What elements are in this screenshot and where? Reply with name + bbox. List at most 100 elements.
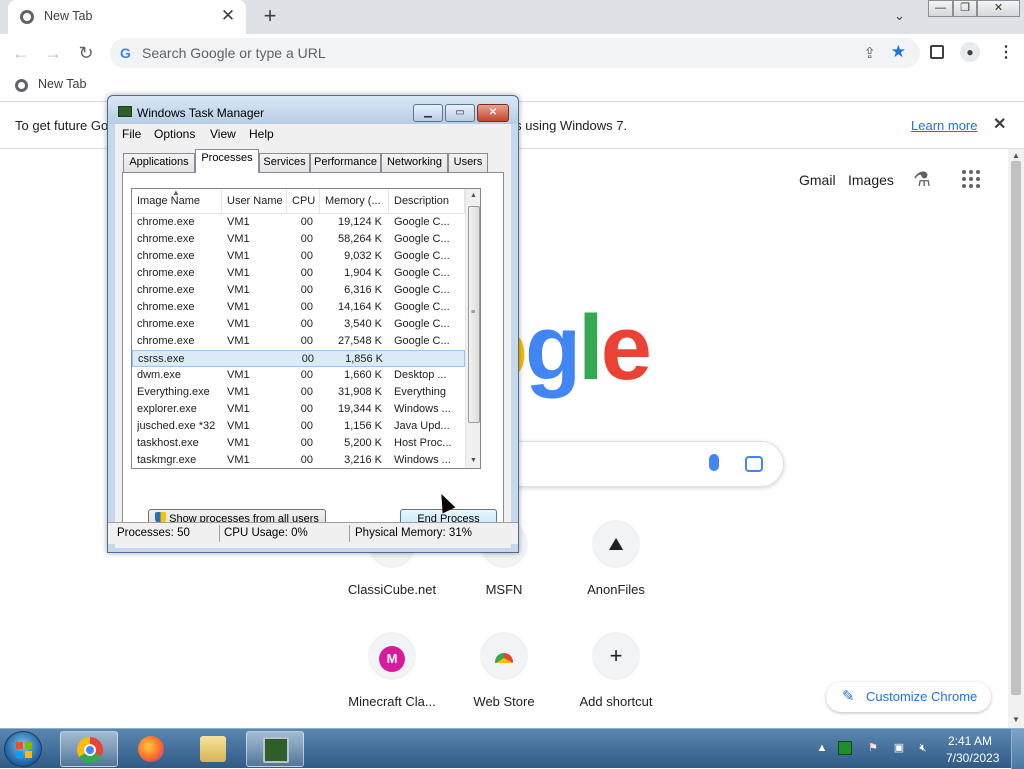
- restore-button[interactable]: ❐: [953, 0, 977, 17]
- profile-avatar-icon[interactable]: ●: [960, 42, 980, 62]
- column-cpu[interactable]: CPU: [287, 189, 320, 214]
- google-lens-icon[interactable]: [745, 456, 763, 472]
- gmail-link[interactable]: Gmail: [799, 172, 836, 188]
- tab-new-tab[interactable]: New Tab ✕: [8, 0, 246, 34]
- show-hidden-icons-icon[interactable]: ▲: [815, 741, 829, 755]
- task-manager-titlebar[interactable]: Windows Task Manager ▁ ▭ ✕: [108, 96, 518, 124]
- menu-file[interactable]: File: [122, 127, 141, 141]
- page-scrollbar[interactable]: ▲ ▼: [1008, 149, 1024, 728]
- column-image-name[interactable]: ▲ Image Name: [132, 189, 222, 214]
- kebab-menu-icon[interactable]: ⋮: [998, 42, 1014, 62]
- tab-search-chevron-icon[interactable]: ⌄: [894, 8, 905, 24]
- infobar-close-icon[interactable]: ✕: [993, 114, 1006, 134]
- taskbar-firefox[interactable]: [122, 731, 180, 767]
- google-apps-icon[interactable]: [962, 170, 980, 188]
- customize-chrome-button[interactable]: ✎ Customize Chrome: [826, 682, 991, 712]
- process-row[interactable]: jusched.exe *32 VM1 00 1,156 K Java Upd...: [132, 418, 465, 435]
- shortcut-label: MSFN: [485, 582, 523, 597]
- tm-minimize-button[interactable]: ▁: [413, 104, 443, 122]
- process-row[interactable]: dwm.exe VM1 00 1,660 K Desktop ...: [132, 367, 465, 384]
- column-user-name[interactable]: User Name: [222, 189, 287, 214]
- side-panel-icon[interactable]: [930, 45, 944, 59]
- process-row[interactable]: chrome.exe VM1 00 27,548 K Google C...: [132, 333, 465, 350]
- menu-help[interactable]: Help: [249, 127, 274, 141]
- shortcut-anonfiles[interactable]: ⛰ AnonFiles: [560, 520, 672, 620]
- images-link[interactable]: Images: [848, 172, 894, 188]
- process-list[interactable]: ▲ Image Name User Name CPU Memory (... De…: [131, 188, 481, 469]
- task-manager-tray-icon[interactable]: [838, 741, 852, 755]
- tab-services[interactable]: Services: [259, 153, 310, 172]
- taskbar-task-manager[interactable]: [246, 731, 304, 767]
- new-tab-button[interactable]: +: [259, 4, 281, 28]
- tab-networking[interactable]: Networking: [381, 153, 448, 172]
- start-button[interactable]: [4, 731, 42, 767]
- process-cpu: 00: [300, 437, 313, 449]
- share-icon[interactable]: ⇪: [863, 44, 876, 62]
- bookmark-star-icon[interactable]: ★: [891, 42, 906, 62]
- process-row[interactable]: chrome.exe VM1 00 3,540 K Google C...: [132, 316, 465, 333]
- scroll-down-icon[interactable]: ▼: [470, 457, 477, 464]
- labs-flask-icon[interactable]: ⚗: [913, 167, 931, 192]
- tm-close-button[interactable]: ✕: [477, 104, 509, 122]
- process-cpu: 00: [300, 454, 313, 466]
- tab-close-icon[interactable]: ✕: [218, 6, 238, 26]
- process-row[interactable]: chrome.exe VM1 00 19,124 K Google C...: [132, 214, 465, 231]
- menu-options[interactable]: Options: [154, 127, 195, 141]
- task-manager-title: Windows Task Manager: [137, 106, 265, 120]
- tab-processes[interactable]: Processes: [195, 149, 259, 173]
- minimize-button[interactable]: —: [928, 0, 953, 17]
- process-name: Everything.exe: [137, 386, 210, 398]
- process-user: VM1: [227, 454, 250, 466]
- learn-more-link[interactable]: Learn more: [911, 118, 977, 133]
- voice-search-mic-icon[interactable]: [709, 454, 719, 471]
- tab-users[interactable]: Users: [448, 153, 488, 172]
- process-row[interactable]: explorer.exe VM1 00 19,344 K Windows ...: [132, 401, 465, 418]
- show-desktop-button[interactable]: [1011, 729, 1024, 769]
- process-row[interactable]: chrome.exe VM1 00 58,264 K Google C...: [132, 231, 465, 248]
- clock-date[interactable]: 7/30/2023: [946, 751, 999, 765]
- process-cpu: 00: [300, 386, 313, 398]
- taskbar-chrome[interactable]: [60, 731, 118, 767]
- close-window-button[interactable]: ✕: [977, 0, 1020, 17]
- process-row[interactable]: chrome.exe VM1 00 1,904 K Google C...: [132, 265, 465, 282]
- menu-view[interactable]: View: [210, 127, 236, 141]
- network-icon[interactable]: ▣: [892, 741, 906, 755]
- anonfiles-icon: ⛰: [592, 520, 640, 568]
- shortcut-minecraft[interactable]: M Minecraft Cla...: [336, 632, 448, 732]
- scroll-up-icon[interactable]: ▲: [470, 192, 477, 199]
- back-arrow-icon[interactable]: ←: [10, 42, 32, 64]
- process-name: dwm.exe: [137, 369, 182, 381]
- omnibox-placeholder[interactable]: Search Google or type a URL: [142, 45, 326, 61]
- process-memory: 14,164 K: [337, 301, 382, 313]
- scroll-up-icon[interactable]: ▲: [1012, 151, 1020, 160]
- process-cpu: 00: [300, 216, 313, 228]
- tab-applications[interactable]: Applications: [123, 153, 195, 172]
- process-row[interactable]: taskmgr.exe VM1 00 3,216 K Windows ...: [132, 452, 465, 468]
- tab-performance[interactable]: Performance: [310, 153, 381, 172]
- shortcut-web-store[interactable]: Web Store: [448, 632, 560, 732]
- column-memory[interactable]: Memory (...: [320, 189, 389, 214]
- volume-muted-icon[interactable]: 🔇︎: [916, 741, 930, 755]
- task-manager-window[interactable]: Windows Task Manager ▁ ▭ ✕ File Options …: [107, 95, 519, 553]
- bookmark-new-tab[interactable]: New Tab: [38, 77, 86, 91]
- process-list-scrollbar[interactable]: ▲ ≡ ▼: [465, 189, 480, 468]
- ntp-search-box[interactable]: [504, 441, 784, 487]
- web-store-icon: [480, 632, 528, 680]
- process-row[interactable]: Everything.exe VM1 00 31,908 K Everything: [132, 384, 465, 401]
- taskbar-explorer[interactable]: [184, 731, 242, 767]
- process-row[interactable]: chrome.exe VM1 00 9,032 K Google C...: [132, 248, 465, 265]
- scroll-down-icon[interactable]: ▼: [1012, 715, 1020, 724]
- scrollbar-thumb[interactable]: [1011, 161, 1021, 695]
- forward-arrow-icon[interactable]: →: [42, 42, 64, 64]
- omnibox[interactable]: G Search Google or type a URL ⇪ ★: [110, 38, 920, 68]
- clock-time[interactable]: 2:41 AM: [948, 734, 992, 748]
- reload-icon[interactable]: ↻: [75, 42, 97, 64]
- action-center-flag-icon[interactable]: ⚑: [866, 741, 880, 755]
- process-row[interactable]: taskhost.exe VM1 00 5,200 K Host Proc...: [132, 435, 465, 452]
- shortcut-add[interactable]: + Add shortcut: [560, 632, 672, 732]
- column-description[interactable]: Description: [389, 189, 465, 214]
- process-row[interactable]: csrss.exe 00 1,856 K: [132, 350, 465, 367]
- tm-maximize-button[interactable]: ▭: [445, 104, 475, 122]
- process-row[interactable]: chrome.exe VM1 00 6,316 K Google C...: [132, 282, 465, 299]
- process-row[interactable]: chrome.exe VM1 00 14,164 K Google C...: [132, 299, 465, 316]
